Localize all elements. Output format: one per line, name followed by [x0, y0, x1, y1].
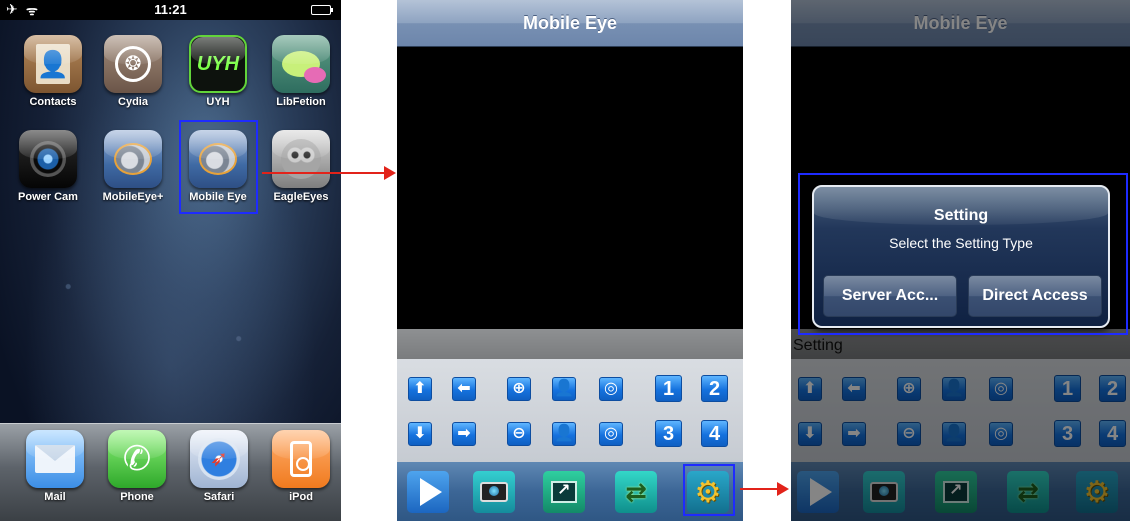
status-bar: ✈ ᯤ 11:21: [0, 0, 341, 20]
battery-icon: [311, 5, 333, 15]
app-uyh[interactable]: UYH UYH: [178, 35, 258, 108]
play-icon[interactable]: [407, 471, 449, 513]
app-label: Cydia: [118, 96, 148, 108]
mobile-eye-viewer: Mobile Eye ⬆ ⬅ ⊕ 👤 ◎ 1 2 ⬇ ➡ ⊖ 👤 ◎ 3 4 ⇄…: [397, 0, 743, 521]
focus-far-icon[interactable]: 👤: [552, 422, 576, 446]
dock-ipod[interactable]: iPod: [261, 430, 341, 503]
zoom-out-icon[interactable]: ⊖: [507, 422, 531, 446]
focus-near-icon[interactable]: 👤: [552, 377, 576, 401]
app-label: Mail: [44, 491, 66, 503]
libfetion-icon: [272, 35, 330, 93]
clock: 11:21: [154, 2, 187, 17]
switch-icon[interactable]: ⇄: [615, 471, 657, 513]
channel-3-button[interactable]: 3: [655, 420, 682, 447]
status-strip: [397, 329, 743, 359]
cydia-icon: ❂: [104, 35, 162, 93]
channel-2-button[interactable]: 2: [701, 375, 728, 402]
contacts-icon: 👤: [24, 35, 82, 93]
snapshot-icon[interactable]: [473, 471, 515, 513]
highlight-box: [179, 120, 258, 214]
flow-arrow: [262, 166, 396, 180]
mail-icon: [26, 430, 84, 488]
app-label: Contacts: [29, 96, 77, 108]
app-mobileeye-plus[interactable]: MobileEye+: [93, 130, 173, 203]
record-icon[interactable]: [543, 471, 585, 513]
dock: Mail ✆ Phone ➶ Safari iPod: [0, 423, 341, 521]
app-power-cam[interactable]: Power Cam: [8, 130, 88, 203]
iris-close-icon[interactable]: ◎: [599, 422, 623, 446]
app-label: Safari: [203, 491, 235, 503]
channel-1-button[interactable]: 1: [655, 375, 682, 402]
app-label: iPod: [289, 491, 313, 503]
phone-icon: ✆: [108, 430, 166, 488]
app-eagleeyes[interactable]: EagleEyes: [261, 130, 341, 203]
dock-safari[interactable]: ➶ Safari: [179, 430, 259, 503]
dock-mail[interactable]: Mail: [15, 430, 95, 503]
arrow-up-icon[interactable]: ⬆: [408, 377, 432, 401]
highlight-box: [683, 464, 735, 516]
app-cydia[interactable]: ❂ Cydia: [93, 35, 173, 108]
app-label: Phone: [120, 491, 154, 503]
uyh-icon: UYH: [189, 35, 247, 93]
app-label: LibFetion: [276, 96, 326, 108]
page-title: Mobile Eye: [522, 13, 618, 33]
app-label: UYH: [206, 96, 230, 108]
arrow-down-icon[interactable]: ⬇: [408, 422, 432, 446]
arrow-right-icon[interactable]: ➡: [452, 422, 476, 446]
zoom-in-icon[interactable]: ⊕: [507, 377, 531, 401]
app-label: Power Cam: [18, 191, 78, 203]
power-cam-icon: [19, 130, 77, 188]
dock-phone[interactable]: ✆ Phone: [97, 430, 177, 503]
mobile-eye-setting-screen: Mobile Eye Setting ⬆ ⬅ ⊕ 👤 ◎ 1 2 ⬇ ➡ ⊖ 👤…: [791, 0, 1130, 521]
home-screen: ✈ ᯤ 11:21 👤 Contacts ❂ Cydia UYH UYH Lib…: [0, 0, 341, 521]
channel-4-button[interactable]: 4: [701, 420, 728, 447]
ptz-controls: ⬆ ⬅ ⊕ 👤 ◎ 1 2 ⬇ ➡ ⊖ 👤 ◎ 3 4: [397, 359, 743, 462]
flow-arrow: [740, 482, 789, 496]
eagleeyes-icon: [272, 130, 330, 188]
nav-bar: Mobile Eye: [397, 0, 743, 47]
safari-icon: ➶: [190, 430, 248, 488]
arrow-left-icon[interactable]: ⬅: [452, 377, 476, 401]
ipod-icon: [272, 430, 330, 488]
app-label: MobileEye+: [102, 191, 164, 203]
video-area[interactable]: [397, 47, 743, 329]
app-contacts[interactable]: 👤 Contacts: [13, 35, 93, 108]
app-label: EagleEyes: [273, 191, 329, 203]
highlight-box: [798, 173, 1128, 335]
mobileeye-plus-icon: [104, 130, 162, 188]
iris-open-icon[interactable]: ◎: [599, 377, 623, 401]
app-libfetion[interactable]: LibFetion: [261, 35, 341, 108]
